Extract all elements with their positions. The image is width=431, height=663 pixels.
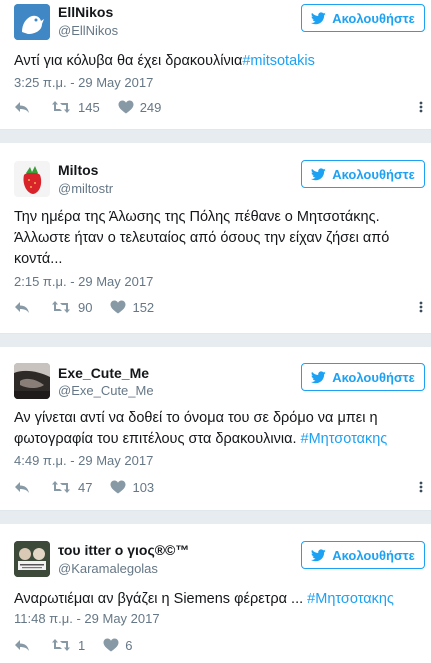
user-handle[interactable]: @EllNikos <box>58 23 118 38</box>
heart-icon <box>118 100 134 114</box>
heart-icon <box>103 638 119 652</box>
twitter-bird-icon <box>311 168 326 181</box>
tweet-card: Miltos @miltostr Ακολουθήστε Την ημέρα τ… <box>0 143 431 334</box>
reply-button[interactable] <box>14 481 30 494</box>
user-handle[interactable]: @miltostr <box>58 181 113 196</box>
twitter-bird-icon <box>311 371 326 384</box>
tweet-text: Αν γίνεται αντί να δοθεί το όνομα του σε… <box>14 408 419 450</box>
avatar-image <box>14 363 50 399</box>
like-count: 249 <box>139 99 162 115</box>
retweet-icon <box>51 300 71 314</box>
hashtag-link[interactable]: #Μητσοτακης <box>307 591 394 607</box>
retweet-count: 47 <box>78 479 93 495</box>
tweet-timestamp[interactable]: 2:15 π.μ. - 29 May 2017 <box>14 274 153 289</box>
retweet-button[interactable]: 47 <box>51 480 92 495</box>
reply-icon <box>14 481 30 494</box>
tweet-actions: 47 103 <box>14 478 154 496</box>
retweet-count: 145 <box>78 99 100 115</box>
follow-button-label: Ακολουθήστε <box>332 547 415 563</box>
user-name[interactable]: του itter ο γιος®©™ <box>58 542 189 558</box>
like-count: 152 <box>132 299 155 315</box>
tweet-card: Exe_Cute_Me @Exe_Cute_Me Ακολουθήστε Αν … <box>0 347 431 511</box>
like-button[interactable]: 249 <box>118 99 162 115</box>
tweet-actions: 1 6 <box>14 636 132 654</box>
avatar-image <box>14 161 50 197</box>
tweet-body: Αναρωτιέμαι αν βγάζει η Siemens φέρετρα … <box>14 591 308 607</box>
follow-button[interactable]: Ακολουθήστε <box>301 160 425 188</box>
follow-button-label: Ακολουθήστε <box>332 369 415 385</box>
tweet-text: Αναρωτιέμαι αν βγάζει η Siemens φέρετρα … <box>14 589 419 610</box>
reply-button[interactable] <box>14 301 30 314</box>
twitter-bird-icon <box>311 549 326 562</box>
retweet-icon <box>51 100 71 114</box>
tweet-text: Αντί για κόλυβα θα έχει δρακουλίνια#mits… <box>14 51 419 72</box>
user-name[interactable]: Miltos <box>58 162 98 178</box>
hashtag-link[interactable]: #Μητσοτακης <box>301 431 388 447</box>
avatar-image <box>14 4 50 40</box>
user-handle[interactable]: @Karamalegolas <box>58 561 158 576</box>
retweet-count: 1 <box>78 637 86 653</box>
avatar[interactable] <box>14 4 50 40</box>
tweet-actions: 145 249 <box>14 98 161 116</box>
reply-button[interactable] <box>14 101 30 114</box>
user-name[interactable]: Exe_Cute_Me <box>58 365 149 381</box>
reply-icon <box>14 301 30 314</box>
avatar[interactable] <box>14 541 50 577</box>
reply-icon <box>14 101 30 114</box>
like-count: 6 <box>125 637 133 653</box>
avatar[interactable] <box>14 363 50 399</box>
follow-button[interactable]: Ακολουθήστε <box>301 541 425 569</box>
tweet-timestamp[interactable]: 11:48 π.μ. - 29 May 2017 <box>14 611 160 626</box>
retweet-button[interactable]: 1 <box>51 638 85 653</box>
follow-button[interactable]: Ακολουθήστε <box>301 4 425 32</box>
tweet-body: Αντί για κόλυβα θα έχει δρακουλίνια <box>14 53 243 69</box>
more-options-icon[interactable] <box>419 481 423 493</box>
like-count: 103 <box>132 479 155 495</box>
retweet-icon <box>51 480 71 494</box>
retweet-count: 90 <box>78 299 93 315</box>
avatar-image <box>14 541 50 577</box>
more-options-icon[interactable] <box>419 301 423 313</box>
tweet-timestamp[interactable]: 3:25 π.μ. - 29 May 2017 <box>14 75 153 90</box>
user-name[interactable]: EllNikos <box>58 4 113 20</box>
like-button[interactable]: 103 <box>110 480 154 495</box>
avatar[interactable] <box>14 161 50 197</box>
tweet-timestamp[interactable]: 4:49 π.μ. - 29 May 2017 <box>14 453 153 468</box>
tweet-text: Την ημέρα της Άλωσης της Πόλης πέθανε ο … <box>14 207 419 270</box>
follow-button-label: Ακολουθήστε <box>332 166 415 182</box>
more-options-icon[interactable] <box>419 101 423 113</box>
tweet-body: Την ημέρα της Άλωσης της Πόλης πέθανε ο … <box>14 209 390 267</box>
tweet-card: EllNikos @EllNikos Ακολουθήστε Αντί για … <box>0 0 431 130</box>
twitter-bird-icon <box>311 12 326 25</box>
reply-button[interactable] <box>14 639 30 652</box>
like-button[interactable]: 6 <box>103 638 132 653</box>
follow-button-label: Ακολουθήστε <box>332 10 415 26</box>
follow-button[interactable]: Ακολουθήστε <box>301 363 425 391</box>
heart-icon <box>110 300 126 314</box>
like-button[interactable]: 152 <box>110 300 154 315</box>
reply-icon <box>14 639 30 652</box>
tweet-actions: 90 152 <box>14 298 154 316</box>
retweet-button[interactable]: 145 <box>51 100 100 115</box>
hashtag-link[interactable]: #mitsotakis <box>242 53 315 69</box>
retweet-button[interactable]: 90 <box>51 300 92 315</box>
tweet-card: του itter ο γιος®©™ @Karamalegolas Ακολο… <box>0 524 431 663</box>
heart-icon <box>110 480 126 494</box>
user-handle[interactable]: @Exe_Cute_Me <box>58 383 154 398</box>
retweet-icon <box>51 638 71 652</box>
